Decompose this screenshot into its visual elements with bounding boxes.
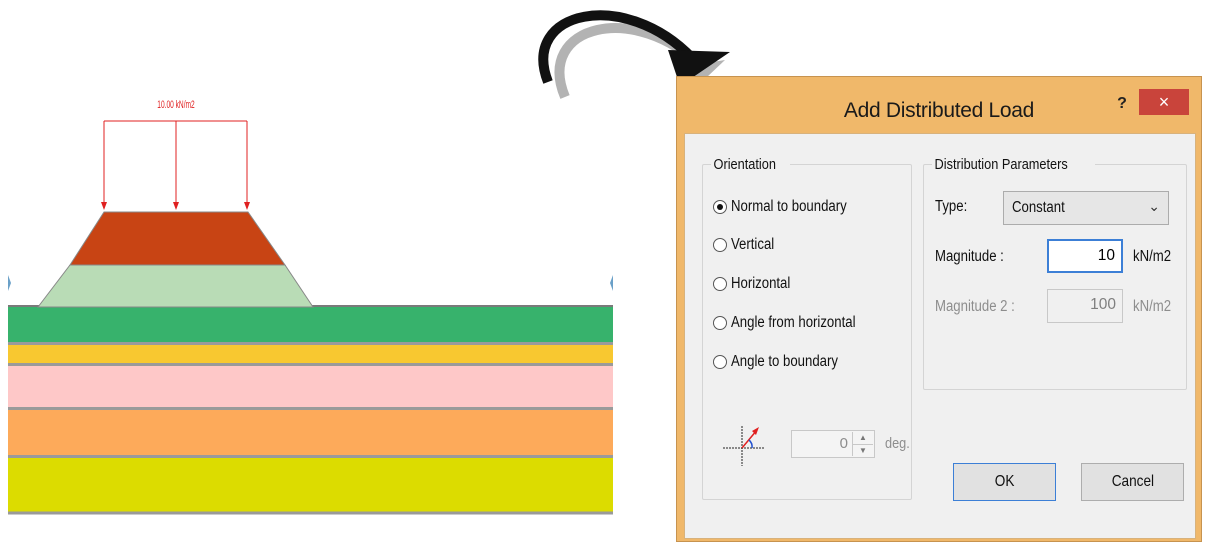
radio-button[interactable] — [713, 316, 727, 330]
radio-horizontal[interactable]: Horizontal — [713, 273, 801, 295]
angle-unit: deg. — [885, 435, 910, 452]
angle-value: 0 — [839, 435, 848, 452]
radio-label: Vertical — [731, 236, 775, 253]
embankment-upper[interactable] — [69, 211, 286, 266]
add-distributed-load-dialog: Add Distributed Load ? × Orientation Nor… — [676, 76, 1202, 542]
ok-button[interactable]: OK — [953, 463, 1056, 501]
spin-down-icon[interactable]: ▼ — [853, 445, 873, 457]
type-label: Type: — [935, 198, 968, 215]
type-value: Constant — [1012, 199, 1065, 216]
orientation-group: Orientation Normal to boundary Vertical … — [702, 156, 912, 500]
magnitude-label: Magnitude : — [935, 248, 1004, 265]
radio-button[interactable] — [713, 238, 727, 252]
angle-spinbox[interactable]: 0 ▲ ▼ — [791, 430, 875, 458]
magnitude-value: 10 — [1097, 247, 1115, 264]
type-select[interactable]: Constant ⌄ — [1003, 191, 1169, 225]
soil-layer-3[interactable] — [8, 366, 613, 407]
close-button[interactable]: × — [1139, 89, 1189, 115]
load-label: 10.00 kN/m2 — [157, 98, 194, 110]
magnitude2-input[interactable]: 100 — [1047, 289, 1123, 323]
radio-vertical[interactable]: Vertical — [713, 234, 782, 256]
magnitude2-unit: kN/m2 — [1133, 298, 1172, 315]
magnitude2-value: 100 — [1090, 296, 1116, 313]
magnitude-unit: kN/m2 — [1133, 248, 1172, 265]
soil-layer-1[interactable] — [8, 307, 613, 342]
radio-label: Horizontal — [731, 275, 791, 292]
soil-layer-5[interactable] — [8, 458, 613, 512]
radio-button[interactable] — [713, 277, 727, 291]
help-button[interactable]: ? — [1111, 93, 1133, 115]
soil-layer-4[interactable] — [8, 410, 613, 455]
embankment-lower[interactable] — [36, 264, 314, 308]
radio-label: Angle from horizontal — [731, 314, 856, 331]
orientation-legend: Orientation — [713, 156, 776, 173]
spin-up-icon[interactable]: ▲ — [853, 432, 873, 445]
radio-button[interactable] — [713, 200, 727, 214]
soil-layer-2[interactable] — [8, 345, 613, 363]
magnitude-input[interactable]: 10 — [1047, 239, 1123, 273]
radio-angle-to-boundary[interactable]: Angle to boundary — [713, 351, 857, 373]
radio-label: Normal to boundary — [731, 198, 847, 215]
distribution-legend: Distribution Parameters — [934, 156, 1068, 173]
angle-diagram-icon — [723, 426, 765, 466]
load-arrowheads — [101, 202, 250, 210]
cancel-button[interactable]: Cancel — [1081, 463, 1184, 501]
right-boundary-marker — [610, 275, 613, 291]
magnitude2-label: Magnitude 2 : — [935, 298, 1015, 315]
dialog-body: Orientation Normal to boundary Vertical … — [684, 133, 1196, 539]
radio-label: Angle to boundary — [731, 353, 838, 370]
radio-button[interactable] — [713, 355, 727, 369]
left-boundary-marker — [8, 275, 11, 291]
chevron-down-icon: ⌄ — [1148, 198, 1160, 214]
radio-normal-to-boundary[interactable]: Normal to boundary — [713, 196, 867, 218]
distributed-load[interactable] — [103, 120, 248, 208]
radio-angle-from-horizontal[interactable]: Angle from horizontal — [713, 312, 877, 334]
